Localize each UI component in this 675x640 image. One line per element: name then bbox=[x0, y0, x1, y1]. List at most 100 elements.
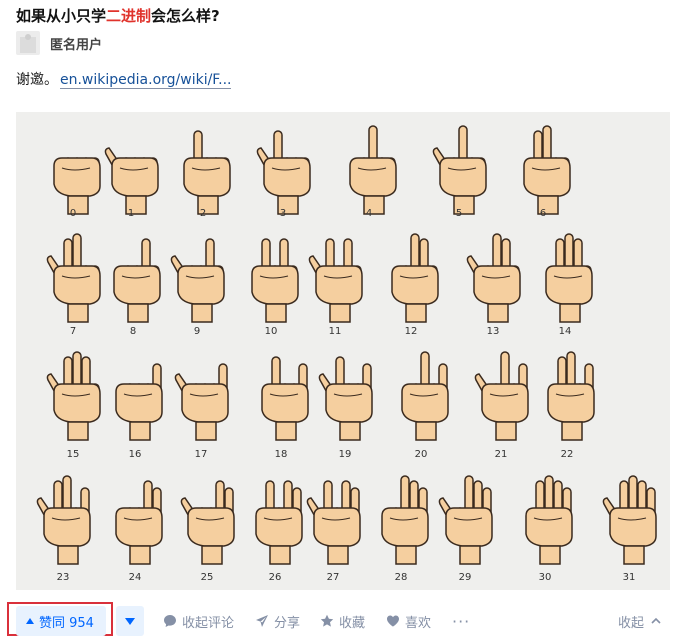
hand-number-label: 21 bbox=[494, 449, 508, 460]
hand-number-label: 15 bbox=[66, 449, 80, 460]
downvote-button[interactable] bbox=[116, 606, 144, 636]
hand-number-label: 6 bbox=[539, 208, 547, 219]
hand-icon bbox=[36, 475, 91, 565]
hand-icon bbox=[256, 130, 311, 215]
hand-icon bbox=[525, 475, 573, 565]
hand-number-label: 22 bbox=[560, 449, 574, 460]
hand-icon bbox=[46, 233, 101, 323]
hand-number-label: 3 bbox=[279, 208, 287, 219]
hand-icon bbox=[318, 356, 373, 441]
answer-content: 谢邀。 en.wikipedia.org/wiki/F... bbox=[16, 69, 232, 89]
hand-icon bbox=[113, 238, 161, 323]
hand-icon bbox=[432, 125, 487, 215]
favorite-button[interactable]: 收藏 bbox=[320, 606, 365, 636]
share-button[interactable]: 分享 bbox=[255, 606, 300, 636]
more-options-button[interactable]: ··· bbox=[452, 606, 470, 636]
hand-number-label: 7 bbox=[69, 326, 77, 337]
hand-number-label: 8 bbox=[129, 326, 137, 337]
question-title-before: 如果从小只学 bbox=[16, 7, 107, 25]
question-title-highlight: 二进制 bbox=[106, 7, 152, 25]
binary-hand bbox=[388, 350, 460, 460]
binary-hand bbox=[596, 474, 668, 584]
hand-icon bbox=[174, 363, 229, 441]
wiki-link[interactable]: en.wikipedia.org/wiki/F... bbox=[60, 72, 232, 89]
hand-number-label: 5 bbox=[455, 208, 463, 219]
hand-icon bbox=[545, 233, 593, 323]
hand-number-label: 9 bbox=[193, 326, 201, 337]
like-label: 喜欢 bbox=[405, 615, 432, 631]
hand-number-label: 13 bbox=[486, 326, 500, 337]
hand-icon bbox=[46, 351, 101, 441]
triangle-up-icon bbox=[26, 618, 34, 624]
hand-number-label: 4 bbox=[365, 208, 373, 219]
heart-icon bbox=[387, 615, 399, 627]
hand-icon bbox=[180, 480, 235, 565]
hand-icon bbox=[349, 125, 397, 215]
collapse-label: 收起 bbox=[618, 615, 645, 631]
hand-number-label: 10 bbox=[264, 326, 278, 337]
binary-hand bbox=[102, 474, 174, 584]
upvote-button[interactable]: 赞同 954 bbox=[16, 606, 106, 636]
author-info: 匿名用户 bbox=[16, 31, 102, 55]
hand-number-label: 28 bbox=[394, 572, 408, 583]
hand-number-label: 14 bbox=[558, 326, 572, 337]
triangle-down-icon bbox=[125, 617, 135, 625]
paper-plane-icon bbox=[256, 615, 268, 627]
hand-number-label: 25 bbox=[200, 572, 214, 583]
hand-icon bbox=[391, 233, 439, 323]
binary-hand bbox=[468, 350, 540, 460]
upvote-label: 赞同 954 bbox=[39, 615, 94, 631]
hand-number-label: 18 bbox=[274, 449, 288, 460]
avatar[interactable] bbox=[16, 31, 40, 55]
hand-icon bbox=[183, 130, 231, 215]
question-title-after: 会怎么样? bbox=[151, 7, 220, 25]
hand-icon bbox=[401, 351, 449, 441]
hand-number-label: 27 bbox=[326, 572, 340, 583]
binary-hand bbox=[102, 350, 174, 460]
hand-number-label: 12 bbox=[404, 326, 418, 337]
hand-icon bbox=[306, 480, 361, 565]
binary-hand bbox=[30, 474, 102, 584]
binary-hand bbox=[300, 474, 372, 584]
hand-icon bbox=[251, 238, 299, 323]
hand-icon bbox=[115, 363, 163, 441]
chevron-up-icon bbox=[651, 617, 661, 624]
binary-hand bbox=[312, 350, 384, 460]
hand-icon bbox=[261, 356, 309, 441]
hand-number-label: 20 bbox=[414, 449, 428, 460]
hand-number-label: 11 bbox=[328, 326, 342, 337]
hand-icon bbox=[104, 147, 159, 215]
hand-number-label: 26 bbox=[268, 572, 282, 583]
comment-icon bbox=[164, 615, 176, 627]
hand-number-label: 19 bbox=[338, 449, 352, 460]
binary-hand bbox=[368, 474, 440, 584]
hand-icon bbox=[438, 475, 493, 565]
hand-number-label: 2 bbox=[199, 208, 207, 219]
binary-hand bbox=[168, 350, 240, 460]
collapse-button[interactable]: 收起 bbox=[618, 606, 662, 636]
binary-hand bbox=[432, 474, 504, 584]
author-name: 匿名用户 bbox=[50, 37, 103, 53]
hand-icon bbox=[308, 238, 363, 323]
hand-number-label: 30 bbox=[538, 572, 552, 583]
hand-icon bbox=[547, 351, 595, 441]
binary-hand bbox=[174, 474, 246, 584]
share-label: 分享 bbox=[274, 615, 301, 631]
hand-number-label: 1 bbox=[127, 208, 135, 219]
hand-icon bbox=[474, 351, 529, 441]
binary-hands-image[interactable]: 0 1 2 3 4 5 6 7 8 9 10 11 12 13 14 15 16… bbox=[16, 112, 670, 590]
hand-number-label: 29 bbox=[458, 572, 472, 583]
hand-number-label: 0 bbox=[69, 208, 77, 219]
binary-hand bbox=[512, 474, 584, 584]
hand-number-label: 23 bbox=[56, 572, 70, 583]
hand-icon bbox=[523, 125, 571, 215]
hand-number-label: 17 bbox=[194, 449, 208, 460]
comments-button[interactable]: 收起评论 bbox=[163, 606, 234, 636]
answer-action-bar: 赞同 954 收起评论 分享 收藏 喜欢 ··· 收起 bbox=[0, 596, 675, 640]
question-title[interactable]: 如果从小只学二进制会怎么样? bbox=[16, 5, 220, 26]
like-button[interactable]: 喜欢 bbox=[386, 606, 431, 636]
hand-number-label: 16 bbox=[128, 449, 142, 460]
hand-icon bbox=[53, 157, 101, 215]
hand-icon bbox=[170, 238, 225, 323]
hand-icon bbox=[381, 475, 429, 565]
